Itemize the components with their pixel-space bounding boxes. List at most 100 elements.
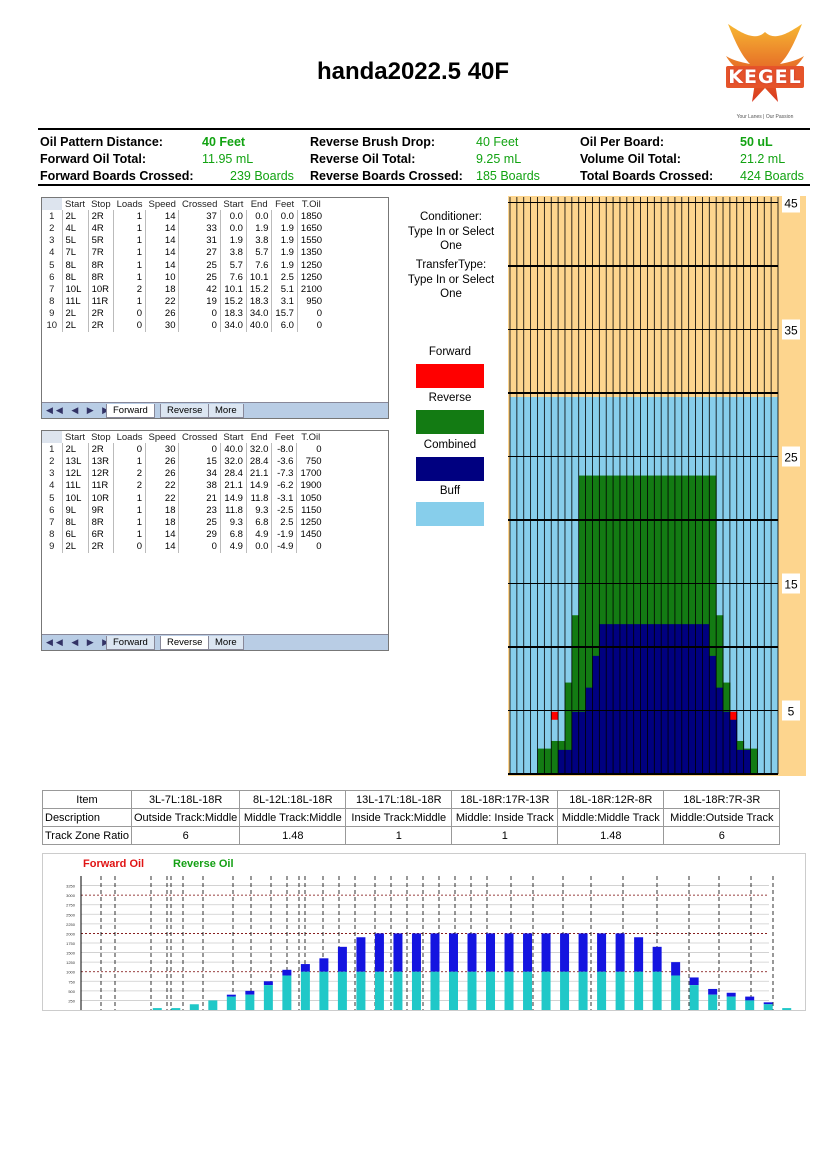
table-cell[interactable]: 1550 xyxy=(296,234,326,247)
column-header[interactable]: T.Oil xyxy=(297,431,325,443)
table-cell[interactable]: 1.9 xyxy=(219,234,247,247)
table-cell[interactable]: 28.4 xyxy=(245,455,272,468)
table-cell[interactable]: 0 xyxy=(178,443,221,456)
table-cell[interactable]: 750 xyxy=(296,455,325,468)
table-cell[interactable]: 0.0 xyxy=(219,210,247,223)
table-cell[interactable]: 10.1 xyxy=(245,271,272,284)
table-cell[interactable]: 11R xyxy=(87,479,114,492)
table-cell[interactable]: 13L xyxy=(61,455,89,468)
table-cell[interactable]: 14 xyxy=(144,234,179,247)
table-cell[interactable]: 7L xyxy=(61,246,89,259)
table-cell[interactable]: 2.5 xyxy=(271,271,298,284)
table-cell[interactable]: 14 xyxy=(144,246,179,259)
column-header[interactable]: Start xyxy=(220,431,246,443)
table-cell[interactable]: 0 xyxy=(113,540,146,553)
table-cell[interactable]: 1.9 xyxy=(271,234,298,247)
table-cell[interactable]: 30 xyxy=(144,319,179,333)
table-cell[interactable]: 12R xyxy=(87,467,114,480)
table-cell[interactable]: 2L xyxy=(61,210,89,223)
table-cell[interactable]: 0.0 xyxy=(271,210,298,223)
table-cell[interactable]: -2.5 xyxy=(271,504,297,517)
table-cell[interactable]: 1450 xyxy=(296,528,325,541)
table-cell[interactable]: 2L xyxy=(61,307,89,320)
table-cell[interactable]: 14 xyxy=(144,258,179,272)
table-cell[interactable]: 23 xyxy=(178,504,221,517)
table-cell[interactable]: 21.1 xyxy=(219,479,247,492)
table-cell[interactable]: 14 xyxy=(144,210,179,223)
table-cell[interactable]: 21 xyxy=(178,491,221,505)
table-cell[interactable]: 1 xyxy=(113,455,146,468)
table-cell[interactable]: 5L xyxy=(61,234,89,247)
table-cell[interactable]: 9R xyxy=(87,504,114,517)
table-cell[interactable]: 1350 xyxy=(296,246,326,259)
table-cell[interactable]: 34.0 xyxy=(219,319,247,333)
table-cell[interactable]: 11L xyxy=(61,479,89,492)
column-header[interactable]: T.Oil xyxy=(297,198,325,210)
table-cell[interactable]: 10L xyxy=(61,491,89,505)
table-cell[interactable]: 15.2 xyxy=(245,283,272,296)
table-cell[interactable]: 3.8 xyxy=(245,234,272,247)
table-cell[interactable]: 38 xyxy=(178,479,221,492)
tab-forward[interactable]: Forward xyxy=(106,636,155,650)
column-header[interactable]: Speed xyxy=(146,198,179,210)
table-cell[interactable]: 22 xyxy=(144,295,179,308)
table-cell[interactable]: 1250 xyxy=(296,271,326,284)
table-cell[interactable]: 1.9 xyxy=(245,222,272,235)
table-cell[interactable]: 21.1 xyxy=(245,467,272,480)
table-cell[interactable]: 2 xyxy=(113,479,146,492)
table-cell[interactable]: 15.7 xyxy=(271,307,298,320)
table-cell[interactable]: -6.2 xyxy=(271,479,297,492)
table-cell[interactable]: 40.0 xyxy=(245,319,272,333)
table-cell[interactable]: 1900 xyxy=(296,479,325,492)
table-cell[interactable]: 0.0 xyxy=(245,540,272,553)
table-cell[interactable]: 1 xyxy=(113,234,146,247)
table-cell[interactable]: 2R xyxy=(87,443,114,456)
table-cell[interactable]: 2R xyxy=(87,307,114,320)
table-cell[interactable]: 3.1 xyxy=(271,295,298,308)
table-cell[interactable]: 0.0 xyxy=(245,210,272,223)
table-cell[interactable]: 0 xyxy=(296,443,325,456)
table-cell[interactable]: 1 xyxy=(113,258,146,272)
table-cell[interactable]: -7.3 xyxy=(271,467,297,480)
table-cell[interactable]: 2L xyxy=(61,443,89,456)
table-cell[interactable]: 22 xyxy=(144,491,179,505)
table-cell[interactable]: 8L xyxy=(61,258,89,272)
table-cell[interactable]: 8R xyxy=(87,516,114,529)
table-cell[interactable]: 32.0 xyxy=(245,443,272,456)
table-cell[interactable]: 0 xyxy=(296,319,326,333)
table-cell[interactable]: 2 xyxy=(113,467,146,480)
table-cell[interactable]: 14.9 xyxy=(219,491,247,505)
table-cell[interactable]: 0 xyxy=(296,540,325,553)
table-cell[interactable]: 1.9 xyxy=(271,246,298,259)
table-cell[interactable]: 1.9 xyxy=(271,258,298,272)
table-cell[interactable]: 14.9 xyxy=(245,479,272,492)
table-cell[interactable]: 18 xyxy=(144,516,179,529)
table-cell[interactable]: 11.8 xyxy=(245,491,272,505)
table-cell[interactable]: 12L xyxy=(61,467,89,480)
table-cell[interactable]: 1150 xyxy=(296,504,325,517)
table-cell[interactable]: 8R xyxy=(87,271,114,284)
column-header[interactable]: End xyxy=(246,198,272,210)
table-cell[interactable]: 1050 xyxy=(296,491,325,505)
table-cell[interactable]: 1700 xyxy=(296,467,325,480)
table-cell[interactable]: 4.9 xyxy=(219,540,247,553)
column-header[interactable]: Feet xyxy=(272,198,298,210)
table-cell[interactable]: 0 xyxy=(296,307,326,320)
table-cell[interactable]: 8L xyxy=(61,271,89,284)
table-cell[interactable]: 29 xyxy=(178,528,221,541)
table-cell[interactable]: 14 xyxy=(144,222,179,235)
table-cell[interactable]: 9.3 xyxy=(219,516,247,529)
table-cell[interactable]: 2L xyxy=(61,319,89,333)
conditioner-select[interactable]: Type In or Select One xyxy=(398,225,504,253)
table-cell[interactable]: 14 xyxy=(144,540,179,553)
table-cell[interactable]: 32.0 xyxy=(219,455,247,468)
column-header[interactable]: Start xyxy=(62,198,88,210)
table-cell[interactable]: 0 xyxy=(113,307,146,320)
table-cell[interactable]: 1250 xyxy=(296,258,326,272)
table-cell[interactable]: 9.3 xyxy=(245,504,272,517)
column-header[interactable]: Stop xyxy=(88,198,114,210)
table-cell[interactable]: 6.8 xyxy=(219,528,247,541)
table-cell[interactable]: 4.9 xyxy=(245,528,272,541)
table-cell[interactable]: 6.0 xyxy=(271,319,298,333)
table-cell[interactable]: 0 xyxy=(113,443,146,456)
